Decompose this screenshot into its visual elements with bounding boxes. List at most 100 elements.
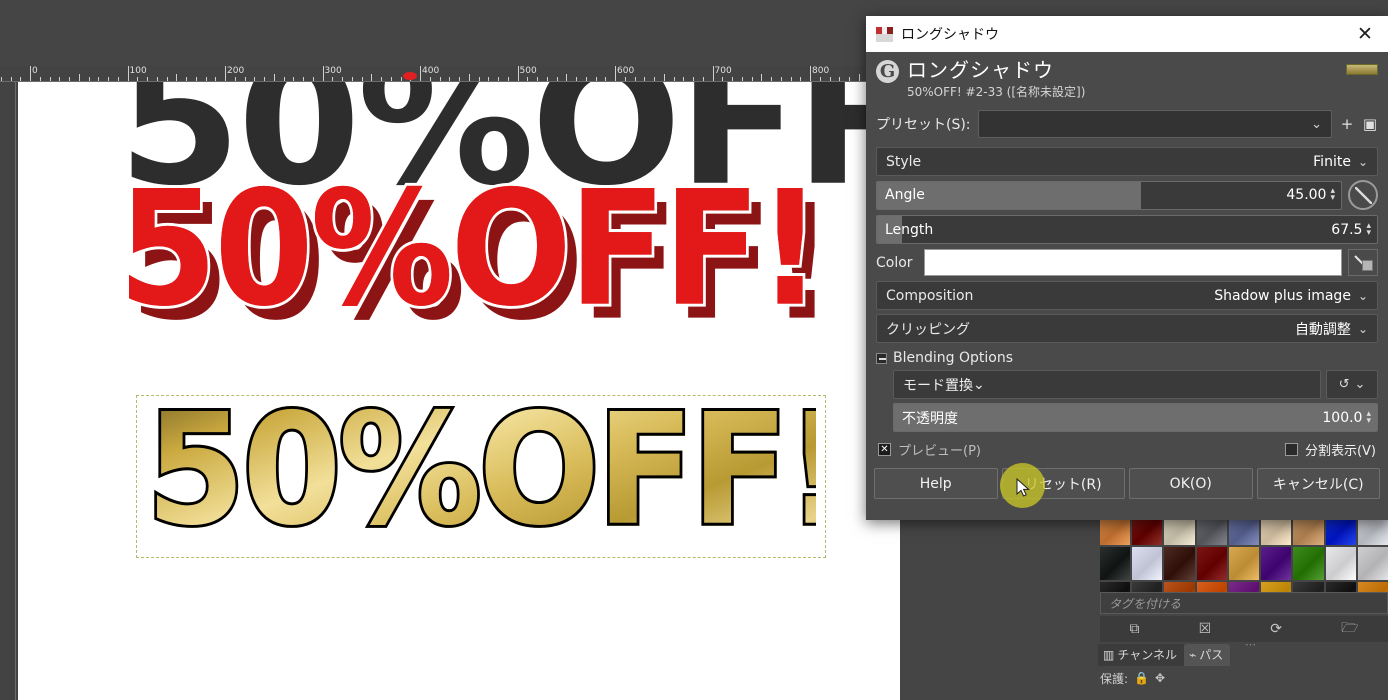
ruler-minor-tick <box>371 74 373 81</box>
tag-input-row[interactable]: タグを付ける <box>1100 592 1388 614</box>
ruler-minor-tick <box>20 77 22 81</box>
chevron-down-icon: ⌄ <box>1354 377 1366 392</box>
pattern-swatch[interactable] <box>1325 547 1356 580</box>
pattern-swatch[interactable] <box>1293 547 1324 580</box>
angle-slider[interactable]: Angle 45.00 ▴ ▾ <box>876 180 1342 210</box>
ruler-minor-tick <box>400 77 402 81</box>
pattern-swatch[interactable] <box>1293 582 1324 592</box>
dock-tab-paths[interactable]: ⌁ パス <box>1183 644 1231 666</box>
length-spinner[interactable]: ▴ ▾ <box>1366 221 1377 237</box>
patterns-palette[interactable] <box>1100 512 1388 592</box>
vertical-ruler[interactable] <box>0 82 16 700</box>
dock-tab-channels-label: チャンネル <box>1117 648 1177 662</box>
ruler-minor-tick <box>283 77 285 81</box>
open-icon[interactable]: 🗁 <box>1341 617 1358 641</box>
opacity-slider[interactable]: 不透明度 100.0 ▴ ▾ <box>893 403 1378 432</box>
reset-icon: ↺ <box>1338 377 1350 392</box>
style-value: Finite <box>1313 153 1351 170</box>
ruler-minor-tick <box>800 77 802 81</box>
pattern-swatch[interactable] <box>1228 582 1260 592</box>
ruler-minor-tick <box>683 77 685 81</box>
horizontal-ruler[interactable]: 0 100 200 300 400 500 600 700 800 <box>0 66 900 82</box>
color-swatch-button[interactable] <box>924 249 1342 276</box>
ruler-major-tick <box>127 66 129 81</box>
pattern-swatch[interactable] <box>1132 547 1163 580</box>
ruler-minor-tick <box>673 77 675 81</box>
angle-dial-icon[interactable] <box>1348 180 1378 210</box>
style-label: Style <box>886 153 922 170</box>
blending-options-expander[interactable]: Blending Options <box>876 350 1378 366</box>
pattern-swatch[interactable] <box>1100 547 1131 580</box>
dock-tab-paths-label: パス <box>1199 648 1224 662</box>
dock-tab-channels[interactable]: ▥ チャンネル <box>1098 644 1184 666</box>
composition-combo[interactable]: Composition Shadow plus image ⌄ <box>876 281 1378 310</box>
pattern-swatch[interactable] <box>1357 582 1388 592</box>
pattern-swatch[interactable] <box>1100 582 1131 592</box>
pattern-swatch[interactable] <box>1325 582 1356 592</box>
preset-add-button[interactable]: + <box>1339 115 1355 133</box>
ruler-minor-tick <box>771 77 772 81</box>
image-canvas[interactable]: 50%OFF! 50%OFF! 50%OFF! 50%OFF! 50%OFF! … <box>18 82 900 700</box>
ruler-minor-tick <box>137 77 139 81</box>
style-combo[interactable]: Style Finite ⌄ <box>876 147 1378 176</box>
mode-combo[interactable]: モード 置換 ⌄ <box>893 370 1321 399</box>
length-label: Length <box>885 221 934 238</box>
opacity-row[interactable]: 不透明度 100.0 ▴ ▾ <box>893 403 1378 432</box>
opacity-spinner[interactable]: ▴ ▾ <box>1366 409 1377 425</box>
dialog-header: G ロングシャドウ 50%OFF! #2-33 ([名称未設定]) <box>866 52 1388 108</box>
eyedropper-icon[interactable] <box>1348 249 1378 276</box>
preset-combo[interactable]: ⌄ <box>977 110 1332 138</box>
length-slider[interactable]: Length 67.5 ▴ ▾ <box>876 215 1378 244</box>
ruler-minor-tick <box>468 74 470 81</box>
cancel-button[interactable]: キャンセル(C) <box>1256 468 1380 499</box>
pattern-swatch[interactable] <box>1261 582 1292 592</box>
delete-icon[interactable]: ☒ <box>1199 621 1212 637</box>
ruler-major-tick <box>420 66 421 81</box>
angle-row[interactable]: Angle 45.00 ▴ ▾ <box>876 180 1378 210</box>
help-button[interactable]: Help <box>874 468 998 499</box>
color-row[interactable]: Color <box>876 249 1378 276</box>
pattern-swatch[interactable] <box>1196 547 1227 580</box>
clipping-combo[interactable]: クリッピング 自動調整 ⌄ <box>876 314 1378 343</box>
pattern-swatch[interactable] <box>1196 582 1227 592</box>
dialog-body: プリセット(S): ⌄ + ▣ Style Finite ⌄ Angle 45.… <box>866 110 1388 459</box>
split-view-checkbox[interactable]: 分割表示(V) <box>1284 440 1376 459</box>
ruler-minor-tick <box>780 77 782 81</box>
dock-tabs[interactable]: ▥ チャンネル ⌁ パス <box>1098 644 1388 666</box>
ok-button[interactable]: OK(O) <box>1129 468 1253 499</box>
dialog-title: ロングシャドウ <box>901 27 999 43</box>
ruler-minor-tick <box>381 77 382 81</box>
pattern-swatch[interactable] <box>1164 582 1195 592</box>
ruler-minor-tick <box>49 77 51 81</box>
ruler-minor-tick <box>488 77 490 81</box>
image-canvas-area[interactable]: 0 100 200 300 400 500 600 700 800 50%OFF! 50%OFF… <box>0 0 900 700</box>
pattern-swatch[interactable] <box>1357 547 1388 580</box>
opacity-value: 100.0 <box>1322 409 1363 426</box>
pattern-swatch[interactable] <box>1228 547 1260 580</box>
lock-position-icon[interactable]: ✥ <box>1155 671 1165 685</box>
mode-reset-button[interactable]: ↺ ⌄ <box>1326 370 1378 399</box>
close-icon[interactable]: ✕ <box>1348 19 1382 49</box>
pattern-swatch[interactable] <box>1261 547 1292 580</box>
ruler-minor-tick <box>429 77 431 81</box>
angle-value: 45.00 <box>1286 187 1327 203</box>
artwork-red-text: 50%OFF! <box>118 156 823 342</box>
preview-checkbox[interactable]: ✕ プレビュー(P) <box>878 440 981 459</box>
long-shadow-dialog[interactable]: ロングシャドウ ✕ G ロングシャドウ 50%OFF! #2-33 ([名称未設… <box>866 16 1388 520</box>
ruler-minor-tick <box>98 77 100 81</box>
duplicate-icon[interactable]: ⧉ <box>1130 621 1140 637</box>
lock-pixels-icon[interactable]: 🔒 <box>1134 671 1149 685</box>
angle-spinner[interactable]: ▴ ▾ <box>1330 187 1341 203</box>
pattern-swatch[interactable] <box>1132 582 1163 592</box>
ruler-minor-tick <box>361 77 363 81</box>
refresh-icon[interactable]: ⟳ <box>1270 621 1282 637</box>
mode-label: モード <box>903 377 945 394</box>
patterns-toolbar[interactable]: ⧉ ☒ ⟳ 🗁 <box>1100 616 1388 642</box>
preset-menu-button[interactable]: ▣ <box>1362 115 1378 133</box>
composition-label: Composition <box>886 287 974 304</box>
ruler-minor-tick <box>546 77 548 81</box>
length-row[interactable]: Length 67.5 ▴ ▾ <box>876 215 1378 244</box>
dialog-titlebar[interactable]: ロングシャドウ ✕ <box>866 16 1388 52</box>
pattern-swatch[interactable] <box>1164 547 1195 580</box>
mode-row[interactable]: モード 置換 ⌄ ↺ ⌄ <box>893 370 1378 399</box>
